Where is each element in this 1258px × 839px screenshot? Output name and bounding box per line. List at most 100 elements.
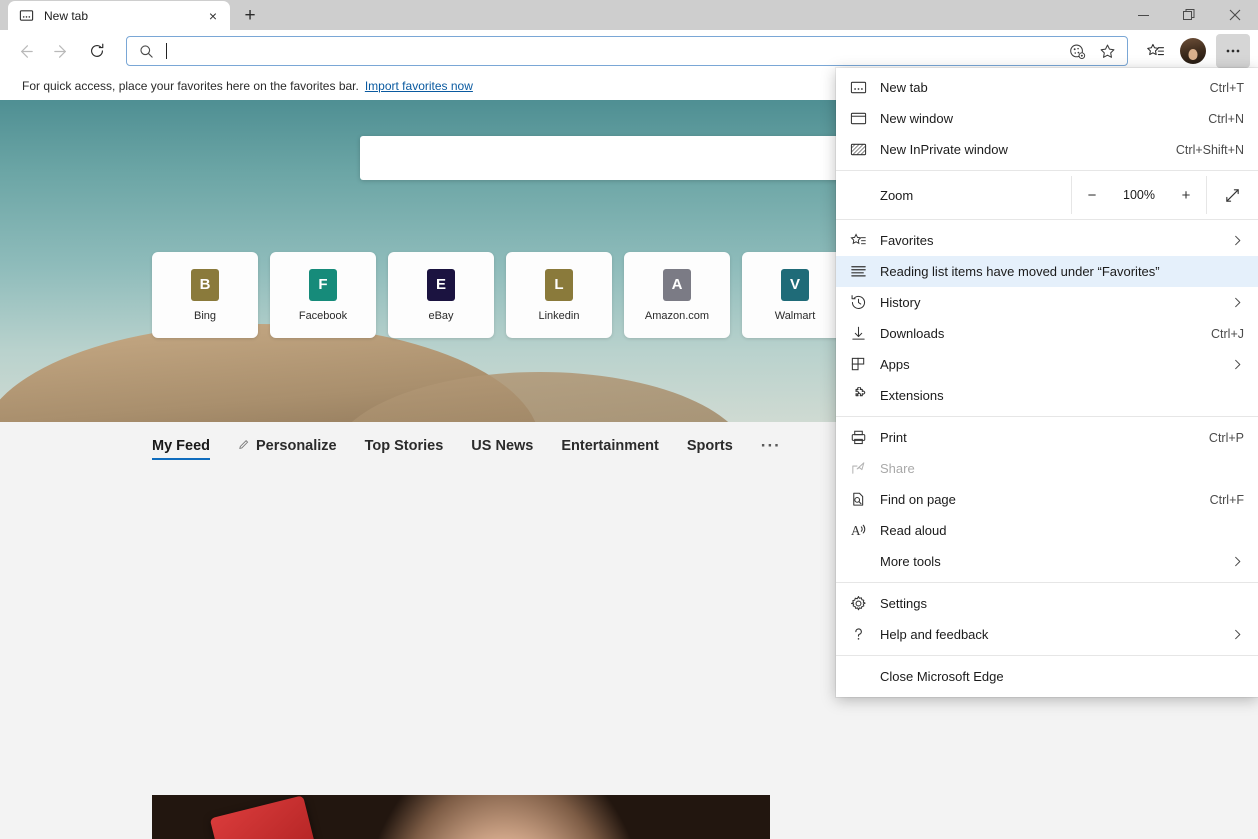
menu-item-label: Share [880,461,1244,476]
quick-links-tiles: B Bing F Facebook E eBay L Linkedin A [152,252,848,338]
search-icon [139,44,154,59]
feed-tab-us-news[interactable]: US News [471,438,533,460]
menu-item-reading-list[interactable]: Reading list items have moved under “Fav… [836,256,1258,287]
settings-and-more-menu: New tab Ctrl+T New window Ctrl+N New InP… [836,68,1258,697]
menu-item-history[interactable]: History [836,287,1258,318]
menu-item-settings[interactable]: Settings [836,588,1258,619]
menu-item-downloads[interactable]: Downloads Ctrl+J [836,318,1258,349]
menu-item-label: New tab [880,80,1198,95]
history-icon [836,294,880,311]
quick-link-tile[interactable]: V Walmart [742,252,848,338]
favorites-list-icon[interactable] [1138,34,1172,68]
share-icon [836,460,880,477]
extensions-icon [836,387,880,404]
zoom-out-button[interactable]: − [1072,187,1112,204]
menu-item-favorites[interactable]: Favorites [836,225,1258,256]
tile-glyph-icon: E [427,269,455,301]
cookies-permissions-icon[interactable] [1063,38,1091,64]
menu-item-accelerator: Ctrl+Shift+N [1176,143,1244,157]
chevron-right-icon [1231,628,1244,641]
menu-item-new-tab[interactable]: New tab Ctrl+T [836,72,1258,103]
quick-link-tile[interactable]: F Facebook [270,252,376,338]
menu-item-label: New window [880,111,1196,126]
menu-item-new-window[interactable]: New window Ctrl+N [836,103,1258,134]
zoom-label: Zoom [836,176,1071,214]
window-controls [1120,0,1258,30]
minimize-button[interactable] [1120,0,1166,30]
tab-strip: New tab × + [0,0,1258,30]
menu-item-label: Favorites [880,233,1221,248]
menu-item-accelerator: Ctrl+F [1210,493,1244,507]
forward-button[interactable] [44,34,78,68]
tile-glyph-icon: B [191,269,219,301]
menu-item-print[interactable]: Print Ctrl+P [836,422,1258,453]
maximize-button[interactable] [1166,0,1212,30]
feed-tab-sports[interactable]: Sports [687,438,733,460]
menu-item-share: Share [836,453,1258,484]
menu-item-label: Find on page [880,492,1198,507]
favorites-bar-message: For quick access, place your favorites h… [22,79,359,93]
zoom-in-button[interactable]: + [1166,187,1206,204]
menu-item-accelerator: Ctrl+T [1210,81,1244,95]
new-tab-button[interactable]: + [236,1,264,29]
refresh-button[interactable] [80,34,114,68]
menu-item-label: History [880,295,1221,310]
menu-item-extensions[interactable]: Extensions [836,380,1258,411]
back-button[interactable] [8,34,42,68]
edge-browser-window: New tab × + [0,0,1258,839]
feed-hero-article-card[interactable]: ‹ › This New Offer Is The Longest Balanc… [152,795,770,839]
quick-link-tile[interactable]: A Amazon.com [624,252,730,338]
inprivate-icon [836,141,880,158]
feed-tab-personalize[interactable]: Personalize [238,438,337,461]
add-favorite-star-icon[interactable] [1093,38,1121,64]
menu-item-label: Print [880,430,1197,445]
menu-item-label: Help and feedback [880,627,1221,642]
close-window-button[interactable] [1212,0,1258,30]
menu-item-new-inprivate-window[interactable]: New InPrivate window Ctrl+Shift+N [836,134,1258,165]
menu-item-more-tools[interactable]: More tools [836,546,1258,577]
menu-item-apps[interactable]: Apps [836,349,1258,380]
menu-item-close-microsoft-edge[interactable]: Close Microsoft Edge [836,661,1258,692]
apps-icon [836,356,880,373]
menu-item-help-and-feedback[interactable]: Help and feedback [836,619,1258,650]
import-favorites-link[interactable]: Import favorites now [365,79,473,93]
tile-glyph-icon: F [309,269,337,301]
tile-glyph-icon: L [545,269,573,301]
feed-tab-label: Personalize [256,438,337,454]
chevron-right-icon [1231,234,1244,247]
menu-separator [836,219,1258,220]
menu-zoom-row: Zoom − 100% + [836,176,1258,214]
menu-separator [836,655,1258,656]
ntp-search-box[interactable] [360,136,900,180]
quick-link-tile[interactable]: L Linkedin [506,252,612,338]
gear-icon [836,595,880,612]
tile-label: Facebook [299,310,347,322]
chevron-right-icon [1231,555,1244,568]
feed-tab-top-stories[interactable]: Top Stories [365,438,444,460]
menu-item-label: Reading list items have moved under “Fav… [880,264,1244,279]
menu-separator [836,416,1258,417]
settings-and-more-button[interactable] [1216,34,1250,68]
text-caret [166,43,167,59]
quick-link-tile[interactable]: B Bing [152,252,258,338]
fullscreen-button[interactable] [1206,176,1258,214]
menu-item-read-aloud[interactable]: A Read aloud [836,515,1258,546]
feed-tab-entertainment[interactable]: Entertainment [561,438,659,460]
feed-tab-my-feed[interactable]: My Feed [152,438,210,460]
feed-tab-label: Entertainment [561,438,659,454]
feed-tabs-overflow-button[interactable]: ··· [761,436,781,462]
menu-item-label: Extensions [880,388,1244,403]
chevron-right-icon [1231,296,1244,309]
profile-avatar[interactable] [1180,38,1206,64]
menu-item-label: Close Microsoft Edge [880,669,1244,684]
tile-glyph-icon: A [663,269,691,301]
address-bar[interactable] [126,36,1128,66]
menu-item-label: Settings [880,596,1244,611]
quick-link-tile[interactable]: E eBay [388,252,494,338]
menu-separator [836,170,1258,171]
browser-tab-new-tab[interactable]: New tab × [8,1,230,30]
menu-separator [836,582,1258,583]
close-tab-button[interactable]: × [202,5,224,27]
menu-item-find-on-page[interactable]: Find on page Ctrl+F [836,484,1258,515]
find-icon [836,491,880,508]
